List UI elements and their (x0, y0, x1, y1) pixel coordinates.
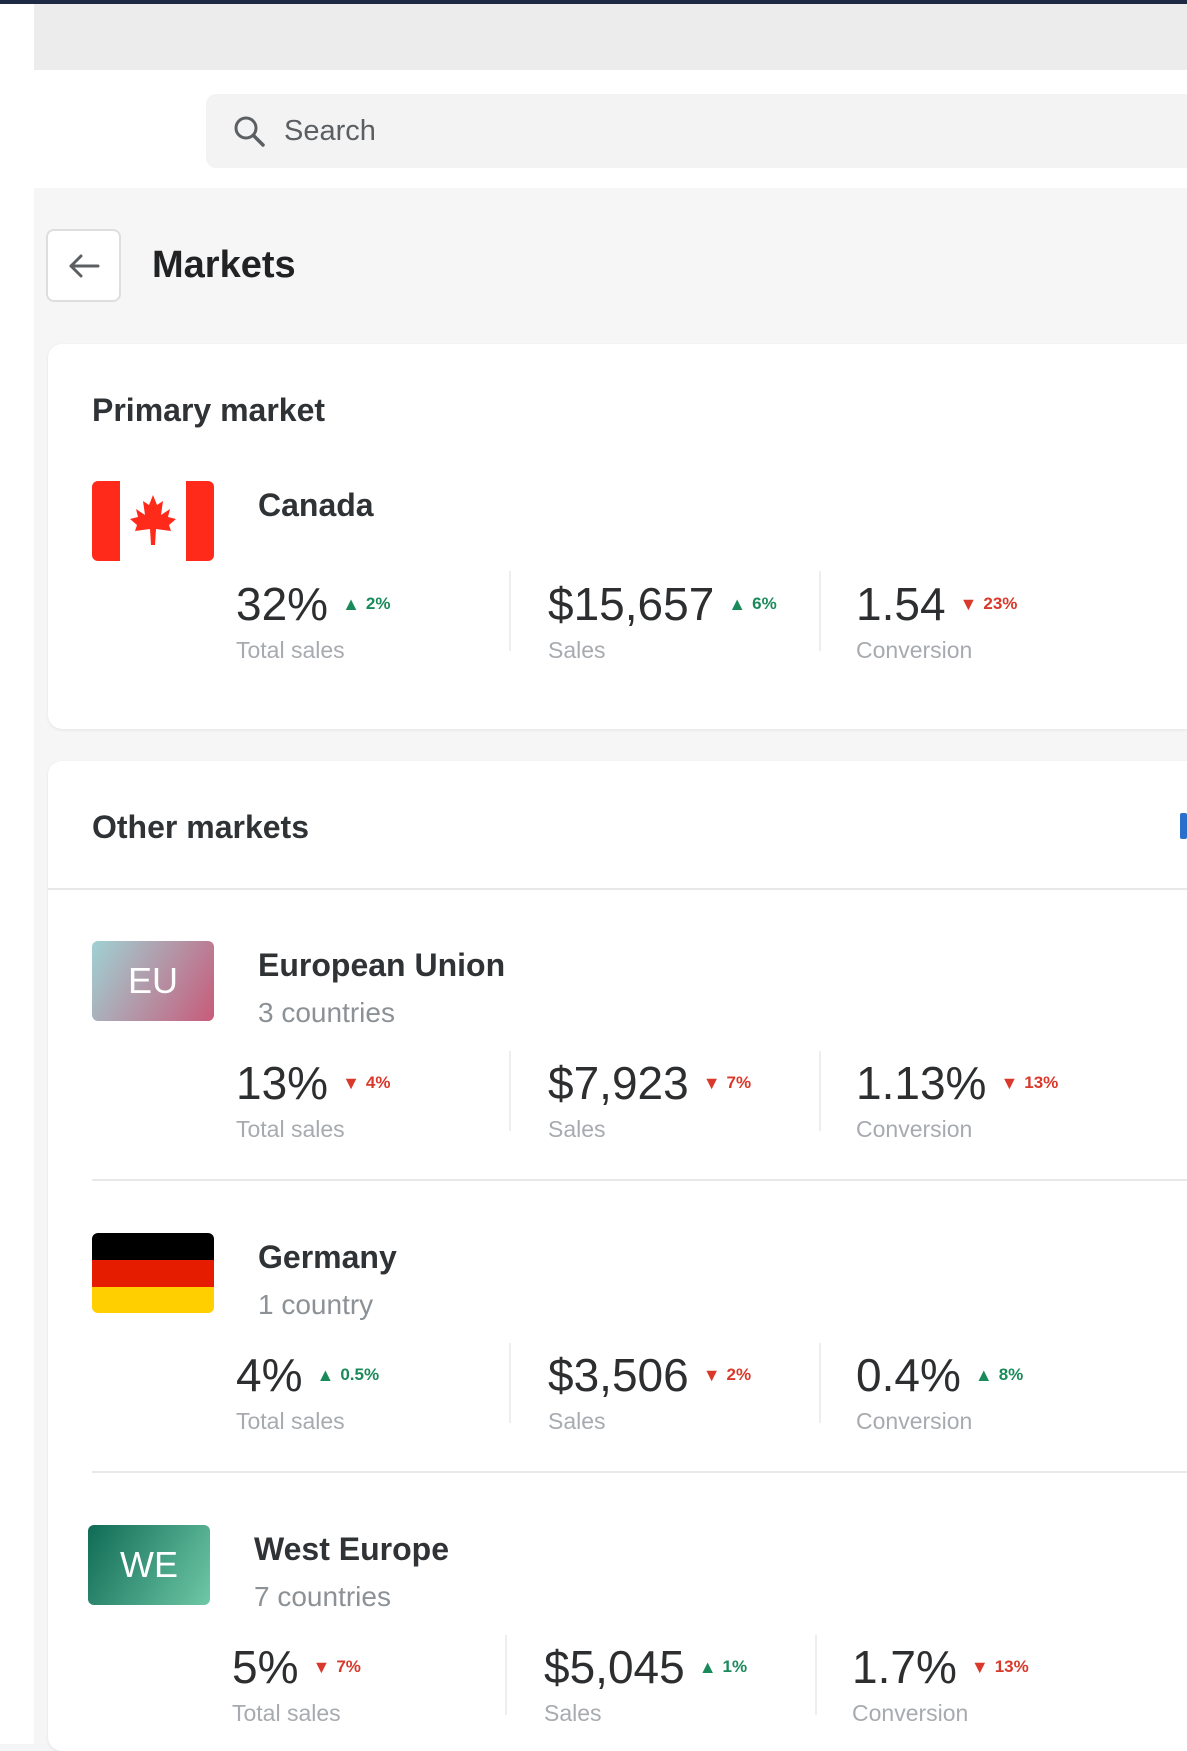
change-indicator: ▲ 8% (974, 1364, 1024, 1385)
manage-link[interactable] (1180, 813, 1187, 839)
market-name: Canada (258, 487, 374, 523)
metric-label: Conversion (856, 637, 973, 663)
metric-value: 1.13% (856, 1057, 987, 1109)
metric-label: Total sales (236, 637, 345, 663)
metric-label: Conversion (856, 1116, 973, 1142)
metric-divider (509, 1343, 511, 1423)
metric-value: $3,506 (548, 1349, 689, 1401)
change-indicator: ▼ 13% (970, 1656, 1029, 1677)
search-placeholder: Search (284, 114, 376, 147)
metric-value: 0.4% (856, 1349, 961, 1401)
triangle-up-icon: ▲ (316, 1364, 335, 1385)
search-input[interactable]: Search (206, 94, 1187, 168)
market-item-canada[interactable]: Canada 32% ▲ 2% Total sales $15,657 ▲ 6% S… (48, 481, 1187, 681)
triangle-up-icon: ▲ (974, 1364, 993, 1385)
metric-label: Sales (548, 1408, 606, 1434)
market-item-west-europe[interactable]: WE West Europe 7 countries 5% ▼ 7% Total … (48, 1525, 1187, 1751)
metric-divider (819, 1051, 821, 1131)
change-indicator: ▼ 2% (702, 1364, 752, 1385)
metric-label: Total sales (236, 1408, 345, 1434)
triangle-up-icon: ▲ (342, 593, 360, 614)
triangle-down-icon: ▼ (959, 593, 978, 614)
change-indicator: ▲ 2% (342, 593, 391, 614)
metric-value: 13% (236, 1057, 329, 1109)
other-markets-heading: Other markets (92, 809, 309, 845)
primary-market-heading: Primary market (92, 392, 326, 428)
metric-label: Conversion (856, 1408, 973, 1434)
market-item-germany[interactable]: Germany 1 country 4% ▲ 0.5% Total sales $… (48, 1233, 1187, 1473)
left-gutter (0, 4, 34, 1744)
search-icon (234, 116, 265, 147)
triangle-down-icon: ▼ (970, 1656, 989, 1677)
metric-label: Sales (544, 1700, 602, 1726)
triangle-up-icon: ▲ (728, 593, 747, 614)
change-indicator: ▼ 4% (342, 1072, 391, 1093)
market-divider (92, 1179, 1187, 1181)
market-name: European Union (258, 947, 506, 983)
triangle-down-icon: ▼ (702, 1072, 721, 1093)
heading-divider (48, 888, 1187, 890)
metric-label: Sales (548, 637, 606, 663)
back-button[interactable] (46, 229, 121, 302)
metric-value: 1.7% (852, 1641, 957, 1693)
market-subtitle: 1 country (258, 1289, 374, 1320)
market-divider (92, 1471, 1187, 1473)
metric-value: 5% (232, 1641, 299, 1693)
change-indicator: ▼ 7% (312, 1656, 361, 1677)
metric-divider (509, 1051, 511, 1131)
metric-value: $15,657 (548, 578, 715, 630)
page-header: Markets (34, 188, 1187, 338)
triangle-down-icon: ▼ (342, 1072, 360, 1093)
metric-divider (509, 571, 511, 651)
metric-value: 32% (236, 578, 329, 630)
metric-value: 4% (236, 1349, 303, 1401)
metric-value: 1.54 (856, 578, 946, 630)
metric-divider (505, 1635, 507, 1715)
change-indicator: ▲ 0.5% (316, 1364, 380, 1385)
metric-value: $7,923 (548, 1057, 689, 1109)
page-title: Markets (152, 244, 296, 286)
metric-divider (819, 1343, 821, 1423)
triangle-down-icon: ▼ (702, 1364, 721, 1385)
market-name: Germany (258, 1239, 397, 1275)
metric-label: Total sales (236, 1116, 345, 1142)
market-item-european-union[interactable]: EU European Union 3 countries 13% ▼ 4% To… (48, 941, 1187, 1181)
triangle-down-icon: ▼ (312, 1656, 331, 1677)
change-indicator: ▼ 7% (702, 1072, 752, 1093)
metric-label: Conversion (852, 1700, 969, 1726)
market-subtitle: 7 countries (254, 1581, 391, 1612)
other-markets-card: Other markets EU European Union 3 countr… (48, 761, 1187, 1751)
metric-label: Sales (548, 1116, 606, 1142)
change-indicator: ▲ 6% (728, 593, 777, 614)
market-badge: WE (88, 1525, 210, 1605)
market-badge: EU (92, 941, 214, 1021)
triangle-down-icon: ▼ (1000, 1072, 1019, 1093)
top-bar (34, 4, 1187, 70)
metric-value: $5,045 (544, 1641, 685, 1693)
metric-divider (815, 1635, 817, 1715)
arrow-left-icon (69, 254, 99, 277)
search-bar: Search (34, 70, 1187, 188)
market-subtitle: 3 countries (258, 997, 395, 1028)
change-indicator: ▲ 1% (698, 1656, 748, 1677)
canada-flag-icon (92, 481, 214, 561)
primary-market-card: Primary market Canada 32% ▲ 2% Total sale… (48, 344, 1187, 729)
app-frame: Search Markets Primary market Canada 32%… (34, 4, 1187, 1751)
metric-label: Total sales (232, 1700, 341, 1726)
germany-flag-icon (92, 1233, 214, 1313)
change-indicator: ▼ 13% (1000, 1072, 1059, 1093)
metric-divider (819, 571, 821, 651)
market-name: West Europe (254, 1531, 449, 1567)
triangle-up-icon: ▲ (698, 1656, 717, 1677)
change-indicator: ▼ 23% (959, 593, 1018, 614)
